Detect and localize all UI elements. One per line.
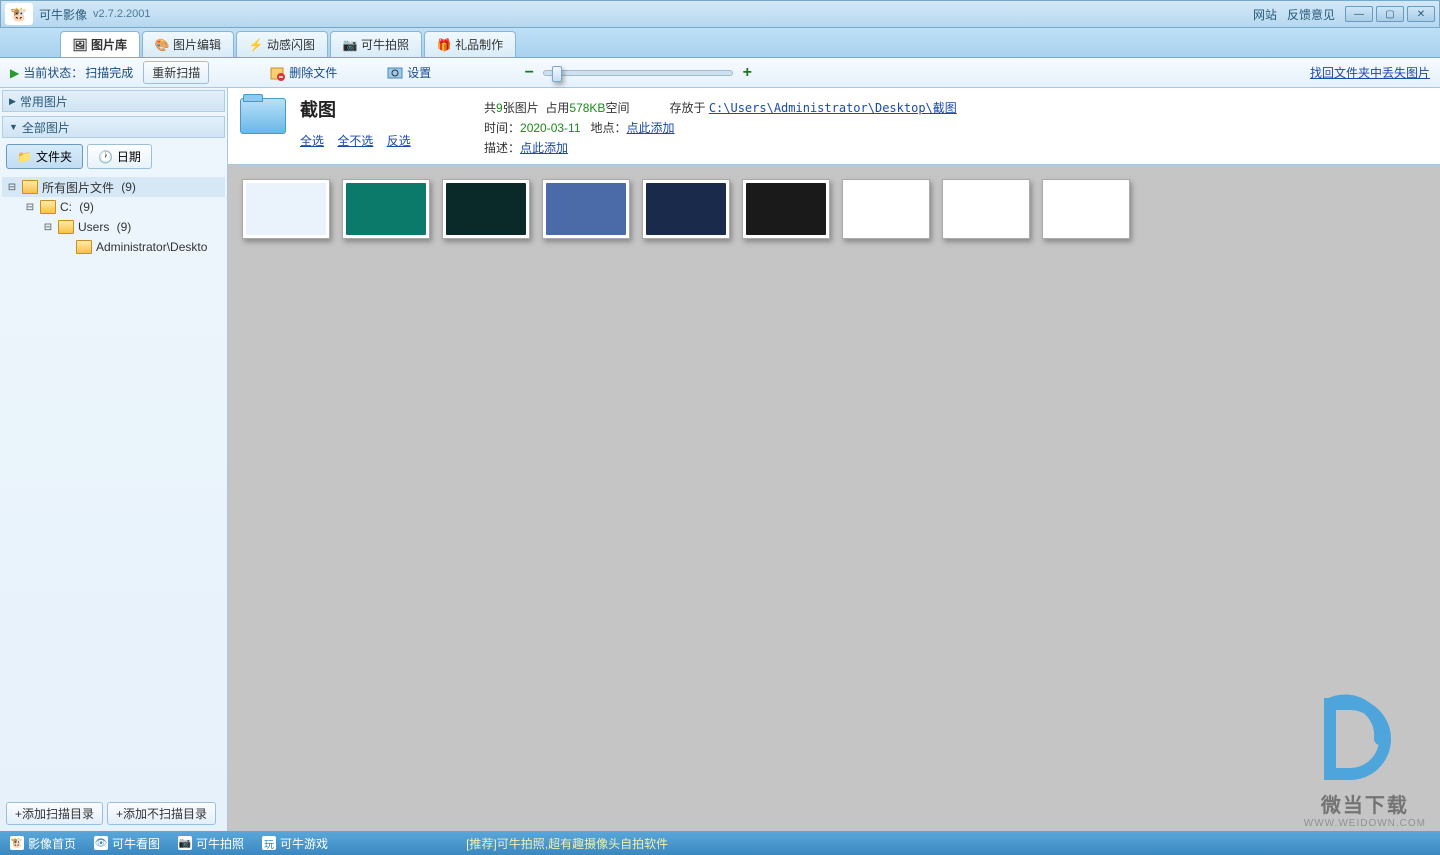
folder-icon bbox=[22, 180, 38, 194]
image-count: 9 bbox=[496, 101, 503, 115]
thumbnail-grid bbox=[228, 165, 1440, 253]
thumbnail[interactable] bbox=[742, 179, 830, 239]
group-tab-folder[interactable]: 📁文件夹 bbox=[6, 144, 83, 169]
tab-edit[interactable]: 🎨图片编辑 bbox=[142, 31, 234, 57]
maximize-button[interactable]: ▢ bbox=[1376, 6, 1404, 22]
app-title: 可牛影像 bbox=[39, 6, 87, 23]
folder-icon: 📁 bbox=[17, 150, 32, 164]
link-feedback[interactable]: 反馈意见 bbox=[1287, 6, 1335, 23]
statusbar: 🐮影像首页 👁可牛看图 📷可牛拍照 玩可牛游戏 [推荐]可牛拍照,超有趣摄像头自… bbox=[0, 831, 1440, 855]
tree-c-drive[interactable]: ⊟C: (9) bbox=[2, 197, 225, 217]
select-invert-link[interactable]: 反选 bbox=[387, 134, 411, 148]
settings-button[interactable]: 设置 bbox=[387, 64, 431, 81]
gift-icon: 🎁 bbox=[437, 38, 451, 52]
thumbnail[interactable] bbox=[642, 179, 730, 239]
thumbnail[interactable] bbox=[542, 179, 630, 239]
tab-flash[interactable]: ⚡动感闪图 bbox=[236, 31, 328, 57]
minimize-button[interactable]: — bbox=[1345, 6, 1373, 22]
tab-library[interactable]: 🖼图片库 bbox=[60, 31, 140, 57]
tree-root[interactable]: ⊟所有图片文件 (9) bbox=[2, 177, 225, 197]
thumbnail[interactable] bbox=[1042, 179, 1130, 239]
folder-date: 2020-03-11 bbox=[520, 121, 581, 135]
gear-icon bbox=[387, 65, 403, 81]
folder-info-bar: 截图 全选 全不选 反选 共9张图片 占用578KB空间 存放于 C:\User… bbox=[228, 88, 1440, 165]
clock-icon: 🕐 bbox=[98, 150, 113, 164]
toolbar: ▶ 当前状态： 扫描完成 重新扫描 删除文件 设置 − + 找回文件夹中丢失图片 bbox=[0, 58, 1440, 88]
link-website[interactable]: 网站 bbox=[1253, 6, 1277, 23]
zoom-thumb[interactable] bbox=[552, 66, 562, 82]
eye-icon: 👁 bbox=[94, 836, 108, 850]
thumbnail[interactable] bbox=[442, 179, 530, 239]
zoom-in-icon[interactable]: + bbox=[739, 65, 755, 81]
zoom-slider[interactable]: − + bbox=[521, 65, 755, 81]
folder-icon bbox=[40, 200, 56, 214]
select-all-link[interactable]: 全选 bbox=[300, 134, 324, 148]
find-lost-link[interactable]: 找回文件夹中丢失图片 bbox=[1310, 64, 1430, 81]
cow-icon: 🐮 bbox=[10, 836, 24, 850]
add-place-link[interactable]: 点此添加 bbox=[627, 121, 675, 135]
thumbnail[interactable] bbox=[242, 179, 330, 239]
main-tabs: 🖼图片库 🎨图片编辑 ⚡动感闪图 📷可牛拍照 🎁礼品制作 bbox=[0, 28, 1440, 58]
sidebar: ▶常用图片 ▼全部图片 📁文件夹 🕐日期 ⊟所有图片文件 (9) ⊟C: (9)… bbox=[0, 88, 228, 831]
expand-icon: ▶ bbox=[9, 96, 16, 107]
folder-icon bbox=[58, 220, 74, 234]
watermark-logo-icon bbox=[1315, 694, 1415, 784]
folder-tree: ⊟所有图片文件 (9) ⊟C: (9) ⊟Users (9) Administr… bbox=[0, 173, 227, 796]
folder-title: 截图 bbox=[300, 96, 470, 122]
status-promo: [推荐]可牛拍照,超有趣摄像头自拍软件 bbox=[466, 835, 668, 852]
add-desc-link[interactable]: 点此添加 bbox=[520, 141, 568, 155]
status-label: 当前状态： bbox=[23, 64, 83, 81]
add-noscan-dir-button[interactable]: +添加不扫描目录 bbox=[107, 802, 216, 825]
select-none-link[interactable]: 全不选 bbox=[337, 134, 373, 148]
panel-common-images[interactable]: ▶常用图片 bbox=[2, 90, 225, 112]
delete-icon bbox=[269, 65, 285, 81]
zoom-out-icon[interactable]: − bbox=[521, 65, 537, 81]
folder-size: 578KB bbox=[569, 101, 605, 115]
tree-users[interactable]: ⊟Users (9) bbox=[2, 217, 225, 237]
library-icon: 🖼 bbox=[73, 38, 87, 52]
status-viewer[interactable]: 👁可牛看图 bbox=[94, 835, 160, 852]
camera-icon: 📷 bbox=[178, 836, 192, 850]
folder-icon bbox=[76, 240, 92, 254]
play-icon: ▶ bbox=[10, 66, 19, 80]
game-icon: 玩 bbox=[262, 836, 276, 850]
thumbnail[interactable] bbox=[942, 179, 1030, 239]
watermark: 微当下载 WWW.WEIDOWN.COM bbox=[1304, 694, 1426, 829]
thumbnail[interactable] bbox=[842, 179, 930, 239]
folder-large-icon bbox=[240, 98, 286, 134]
delete-file-button[interactable]: 删除文件 bbox=[269, 64, 337, 81]
tree-admin-desktop[interactable]: Administrator\Deskto bbox=[2, 237, 225, 257]
close-button[interactable]: ✕ bbox=[1407, 6, 1435, 22]
folder-path-link[interactable]: C:\Users\Administrator\Desktop\截图 bbox=[709, 101, 957, 115]
app-version: v2.7.2.2001 bbox=[93, 8, 151, 20]
titlebar: 🐮 可牛影像 v2.7.2.2001 网站 反馈意见 — ▢ ✕ bbox=[0, 0, 1440, 28]
content-area: 截图 全选 全不选 反选 共9张图片 占用578KB空间 存放于 C:\User… bbox=[228, 88, 1440, 831]
collapse-icon: ▼ bbox=[9, 122, 18, 132]
add-scan-dir-button[interactable]: +添加扫描目录 bbox=[6, 802, 103, 825]
tab-gift[interactable]: 🎁礼品制作 bbox=[424, 31, 516, 57]
status-home[interactable]: 🐮影像首页 bbox=[10, 835, 76, 852]
app-logo-icon: 🐮 bbox=[5, 3, 33, 25]
edit-icon: 🎨 bbox=[155, 38, 169, 52]
camera-icon: 📷 bbox=[343, 38, 357, 52]
status-value: 扫描完成 bbox=[85, 64, 133, 81]
watermark-url: WWW.WEIDOWN.COM bbox=[1304, 818, 1426, 829]
tab-camera[interactable]: 📷可牛拍照 bbox=[330, 31, 422, 57]
flash-icon: ⚡ bbox=[249, 38, 263, 52]
panel-all-images[interactable]: ▼全部图片 bbox=[2, 116, 225, 138]
status-game[interactable]: 玩可牛游戏 bbox=[262, 835, 328, 852]
zoom-track[interactable] bbox=[543, 70, 733, 76]
watermark-name: 微当下载 bbox=[1304, 789, 1426, 818]
group-tab-date[interactable]: 🕐日期 bbox=[87, 144, 152, 169]
rescan-button[interactable]: 重新扫描 bbox=[143, 61, 209, 84]
status-camera[interactable]: 📷可牛拍照 bbox=[178, 835, 244, 852]
thumbnail[interactable] bbox=[342, 179, 430, 239]
